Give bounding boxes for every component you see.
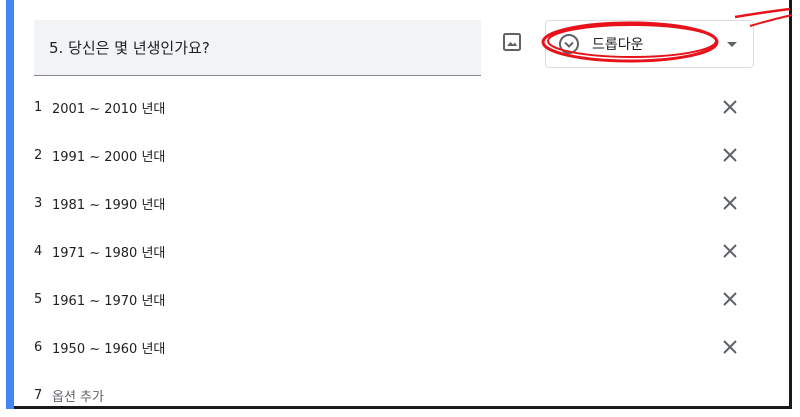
option-number: 5: [34, 291, 43, 307]
remove-option-button[interactable]: [720, 97, 740, 117]
add-image-button[interactable]: [502, 32, 522, 52]
close-icon: [723, 148, 737, 162]
question-type-label: 드롭다운: [592, 37, 644, 53]
option-label[interactable]: 1971 ~ 1980 년대: [52, 242, 165, 261]
question-title: 5. 당신은 몇 년생인가요?: [49, 39, 210, 57]
option-row[interactable]: 2 1991 ~ 2000 년대: [34, 143, 754, 167]
option-row[interactable]: 1 2001 ~ 2010 년대: [34, 95, 754, 119]
add-option-row[interactable]: 7 옵션 추가: [34, 383, 754, 407]
close-icon: [723, 244, 737, 258]
remove-option-button[interactable]: [720, 193, 740, 213]
option-number: 6: [34, 339, 43, 355]
option-label[interactable]: 1961 ~ 1970 년대: [52, 290, 165, 309]
remove-option-button[interactable]: [720, 289, 740, 309]
option-label[interactable]: 1991 ~ 2000 년대: [52, 146, 165, 165]
add-option-button[interactable]: 옵션 추가: [52, 386, 104, 405]
option-number: 4: [34, 243, 43, 259]
option-label[interactable]: 2001 ~ 2010 년대: [52, 98, 165, 117]
close-icon: [723, 292, 737, 306]
option-row[interactable]: 5 1961 ~ 1970 년대: [34, 287, 754, 311]
image-icon: [503, 33, 521, 51]
remove-option-button[interactable]: [720, 241, 740, 261]
question-type-dropdown[interactable]: 드롭다운: [545, 20, 754, 68]
close-icon: [723, 196, 737, 210]
dropdown-circle-icon: [558, 33, 580, 55]
active-card-indicator: [6, 0, 14, 409]
option-row[interactable]: 3 1981 ~ 1990 년대: [34, 191, 754, 215]
option-number: 2: [34, 147, 43, 163]
option-number: 7: [34, 387, 43, 403]
option-row[interactable]: 4 1971 ~ 1980 년대: [34, 239, 754, 263]
close-icon: [723, 100, 737, 114]
chevron-down-icon: [727, 42, 737, 47]
remove-option-button[interactable]: [720, 337, 740, 357]
option-number: 1: [34, 99, 43, 115]
option-number: 3: [34, 195, 43, 211]
option-label[interactable]: 1950 ~ 1960 년대: [52, 338, 165, 357]
remove-option-button[interactable]: [720, 145, 740, 165]
option-row[interactable]: 6 1950 ~ 1960 년대: [34, 335, 754, 359]
question-title-field[interactable]: 5. 당신은 몇 년생인가요?: [34, 20, 481, 76]
option-label[interactable]: 1981 ~ 1990 년대: [52, 194, 165, 213]
close-icon: [723, 340, 737, 354]
